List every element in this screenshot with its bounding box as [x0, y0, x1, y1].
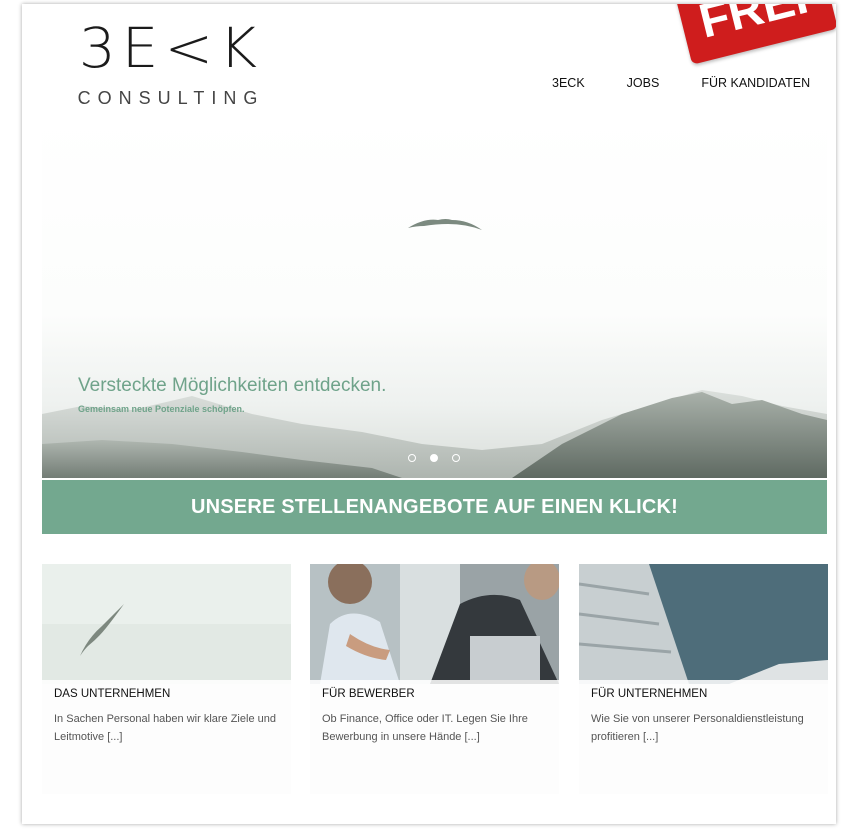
nav-item-kandidaten[interactable]: FÜR KANDIDATEN [701, 76, 810, 90]
logo-mark: 3E<K [78, 15, 264, 81]
nav-item-jobs[interactable]: JOBS [627, 76, 660, 90]
page-frame: 3E<K CONSULTING 3ECK JOBS FÜR KANDIDATEN… [22, 4, 836, 824]
card-image-business-people [310, 564, 559, 684]
hero-image [42, 219, 827, 478]
slider-dot-1[interactable] [408, 454, 416, 462]
nav-item-3eck[interactable]: 3ECK [552, 76, 585, 90]
card-bewerber[interactable]: FÜR BEWERBER Ob Finance, Office oder IT.… [310, 564, 559, 794]
teaser-cards: DAS UNTERNEHMEN In Sachen Personal haben… [42, 564, 828, 794]
slider-dots [408, 454, 460, 462]
job-offers-banner[interactable]: UNSERE STELLENANGEBOTE AUF EINEN KLICK! [42, 480, 827, 534]
hero-subtitle: Gemeinsam neue Potenziale schöpfen. [78, 404, 245, 414]
slider-dot-3[interactable] [452, 454, 460, 462]
card-panel: FÜR BEWERBER Ob Finance, Office oder IT.… [310, 680, 559, 794]
card-text: In Sachen Personal haben wir klare Ziele… [54, 713, 276, 743]
card-unternehmen[interactable]: DAS UNTERNEHMEN In Sachen Personal haben… [42, 564, 291, 794]
free-badge: FREI [668, 4, 836, 65]
card-panel: DAS UNTERNEHMEN In Sachen Personal haben… [42, 680, 291, 794]
card-text: Wie Sie von unserer Personaldienstleistu… [591, 713, 804, 743]
slider-dot-2[interactable] [430, 454, 438, 462]
card-title: FÜR UNTERNEHMEN [591, 688, 708, 700]
hero-title: Versteckte Möglichkeiten entdecken. [78, 375, 387, 396]
card-image-bird [42, 564, 291, 684]
card-image-building [579, 564, 828, 684]
card-title: DAS UNTERNEHMEN [54, 688, 171, 700]
badge-text: FREI [694, 4, 813, 49]
logo-subtitle: CONSULTING [77, 88, 265, 108]
logo[interactable]: 3E<K CONSULTING [66, 18, 276, 109]
hero-caption: Versteckte Möglichkeiten entdecken. Geme… [78, 374, 398, 414]
card-title: FÜR BEWERBER [322, 688, 415, 700]
hero-slider[interactable]: Versteckte Möglichkeiten entdecken. Geme… [42, 114, 827, 478]
bird-icon [408, 219, 482, 230]
card-panel: FÜR UNTERNEHMEN Wie Sie von unserer Pers… [579, 680, 828, 794]
main-nav: 3ECK JOBS FÜR KANDIDATEN [552, 76, 810, 90]
card-unternehmen-kunden[interactable]: FÜR UNTERNEHMEN Wie Sie von unserer Pers… [579, 564, 828, 794]
card-text: Ob Finance, Office oder IT. Legen Sie Ih… [322, 713, 528, 743]
